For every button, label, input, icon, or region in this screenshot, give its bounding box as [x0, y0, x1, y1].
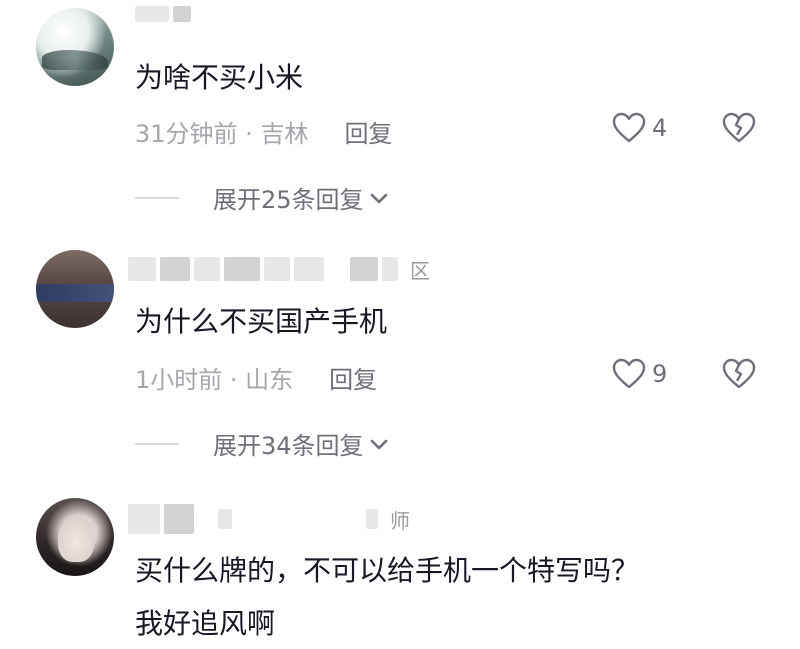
divider-line	[135, 442, 179, 445]
avatar[interactable]	[36, 498, 114, 576]
comment-time: 31分钟前	[135, 120, 238, 148]
heart-outline-icon	[612, 112, 646, 143]
reply-button[interactable]: 回复	[344, 120, 392, 148]
avatar-sign-image	[36, 284, 114, 302]
dislike-button[interactable]	[722, 112, 756, 148]
comment-location: 山东	[245, 366, 294, 394]
broken-heart-icon	[722, 358, 756, 389]
reply-button[interactable]: 回复	[329, 366, 377, 394]
comment-text: 为啥不买小米	[135, 61, 304, 94]
chevron-down-icon	[370, 193, 387, 203]
username-blurred[interactable]: 师	[128, 504, 410, 534]
like-button[interactable]: 9	[612, 358, 667, 390]
like-button[interactable]: 4	[612, 112, 667, 144]
chevron-down-icon	[370, 439, 387, 449]
heart-outline-icon	[612, 358, 646, 389]
comment-meta: 1小时前 · 山东 回复	[135, 360, 377, 395]
comment-text: 为什么不买国产手机	[135, 305, 388, 338]
meta-separator: ·	[222, 366, 246, 394]
dislike-button[interactable]	[722, 358, 756, 394]
like-count: 9	[652, 360, 668, 388]
avatar[interactable]	[36, 8, 114, 86]
expand-replies-button[interactable]: 展开34条回复	[135, 426, 390, 461]
expand-replies-button[interactable]: 展开25条回复	[135, 180, 390, 215]
comment-location: 吉林	[260, 120, 309, 148]
meta-separator: ·	[237, 120, 261, 148]
comment-text-line-2: 我好追风啊	[135, 607, 276, 640]
expand-replies-label: 展开25条回复	[213, 186, 364, 214]
comment-meta: 31分钟前 · 吉林 回复	[135, 114, 392, 149]
like-count: 4	[652, 114, 668, 142]
divider-line	[135, 196, 179, 199]
comment-text-line-1: 买什么牌的，不可以给手机一个特写吗？	[135, 554, 640, 587]
avatar[interactable]	[36, 250, 114, 328]
username-blurred[interactable]	[135, 6, 195, 32]
username-visible-part: 区	[410, 258, 430, 283]
comment-time: 1小时前	[135, 366, 223, 394]
broken-heart-icon	[722, 112, 756, 143]
expand-replies-label: 展开34条回复	[213, 432, 364, 460]
username-visible-part: 师	[390, 508, 410, 533]
username-blurred[interactable]: 区	[128, 256, 430, 283]
